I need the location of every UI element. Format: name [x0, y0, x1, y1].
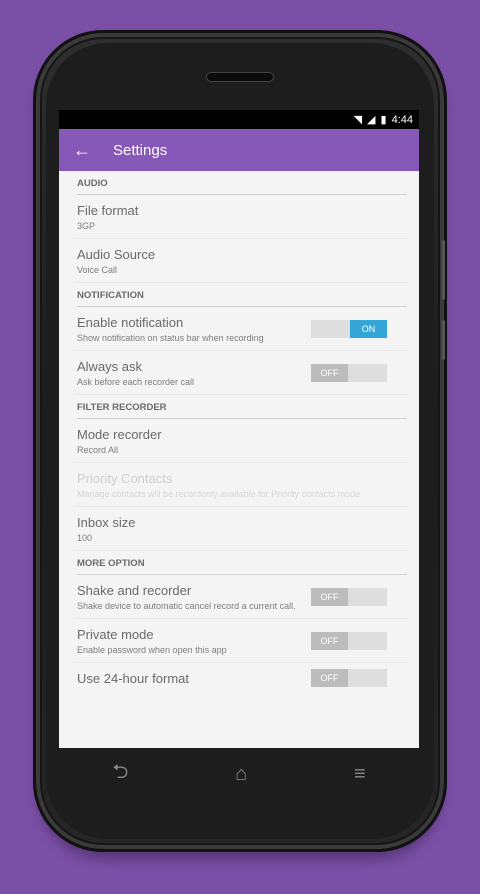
settings-item[interactable]: Mode recorder Record All: [77, 419, 407, 463]
toggle-label: OFF: [311, 587, 348, 606]
app-bar: ← Settings: [59, 129, 419, 171]
nav-menu-icon[interactable]: ≡: [354, 763, 366, 786]
section-header: MORE OPTION: [77, 551, 407, 575]
toggle-switch[interactable]: OFF: [311, 587, 387, 606]
settings-item[interactable]: Always ask Ask before each recorder call O…: [77, 351, 407, 395]
power-button: [442, 320, 445, 360]
settings-item[interactable]: Enable notification Show notification on …: [77, 307, 407, 351]
volume-button: [442, 240, 445, 300]
settings-item-subtitle: Manage contacts will be recordonly avail…: [77, 489, 361, 499]
settings-item-title: Inbox size: [77, 515, 136, 530]
settings-item-title: Mode recorder: [77, 427, 162, 442]
wifi-icon: ◥: [353, 114, 363, 126]
toggle-label: OFF: [311, 363, 348, 382]
section-header: FILTER RECORDER: [77, 395, 407, 419]
toggle-label: ON: [350, 319, 387, 338]
settings-item-subtitle: Record All: [77, 445, 119, 455]
toggle-switch[interactable]: OFF: [311, 631, 387, 650]
screen: ◥ ◢ ▮ 4:44 ← Settings AUDIO File format 3G…: [59, 110, 419, 748]
toggle-label: OFF: [311, 631, 348, 650]
settings-item[interactable]: Shake and recorder Shake device to automa…: [77, 575, 407, 619]
settings-item[interactable]: Use 24-hour format OFF: [77, 663, 407, 692]
section-header: NOTIFICATION: [77, 283, 407, 307]
signal-icon: ◢: [367, 114, 376, 126]
settings-item[interactable]: Audio Source Voice Call: [77, 239, 407, 283]
settings-list[interactable]: AUDIO File format 3GP Audio Source Voice Cal…: [59, 171, 419, 692]
nav-back-icon[interactable]: ⮌: [112, 757, 128, 791]
settings-item[interactable]: File format 3GP: [77, 195, 407, 239]
settings-item[interactable]: Private mode Enable password when open th…: [77, 619, 407, 663]
battery-icon: ▮: [380, 114, 387, 126]
status-bar: ◥ ◢ ▮ 4:44: [59, 110, 419, 129]
settings-item-subtitle: Voice Call: [77, 265, 118, 275]
speaker-grille: [206, 72, 274, 82]
back-arrow-icon[interactable]: ←: [73, 140, 113, 161]
settings-item-title: Priority Contacts: [77, 471, 173, 486]
settings-item-subtitle: 100: [77, 533, 93, 543]
toggle-switch[interactable]: OFF: [311, 363, 387, 382]
settings-item-title: Audio Source: [77, 247, 156, 262]
settings-item-subtitle: 3GP: [77, 221, 96, 231]
page-title: Settings: [113, 141, 168, 159]
toggle-label: OFF: [311, 668, 348, 687]
toggle-switch[interactable]: OFF: [311, 668, 387, 687]
status-time: 4:44: [391, 113, 413, 126]
settings-item[interactable]: Inbox size 100: [77, 507, 407, 551]
section-header: AUDIO: [77, 171, 407, 195]
navigation-bar: ⮌ ⌂ ≡: [59, 748, 419, 800]
settings-item: Priority Contacts Manage contacts will be…: [77, 463, 407, 507]
nav-home-icon[interactable]: ⌂: [235, 763, 247, 786]
settings-item-title: File format: [77, 203, 139, 218]
toggle-switch[interactable]: ON: [311, 319, 387, 338]
